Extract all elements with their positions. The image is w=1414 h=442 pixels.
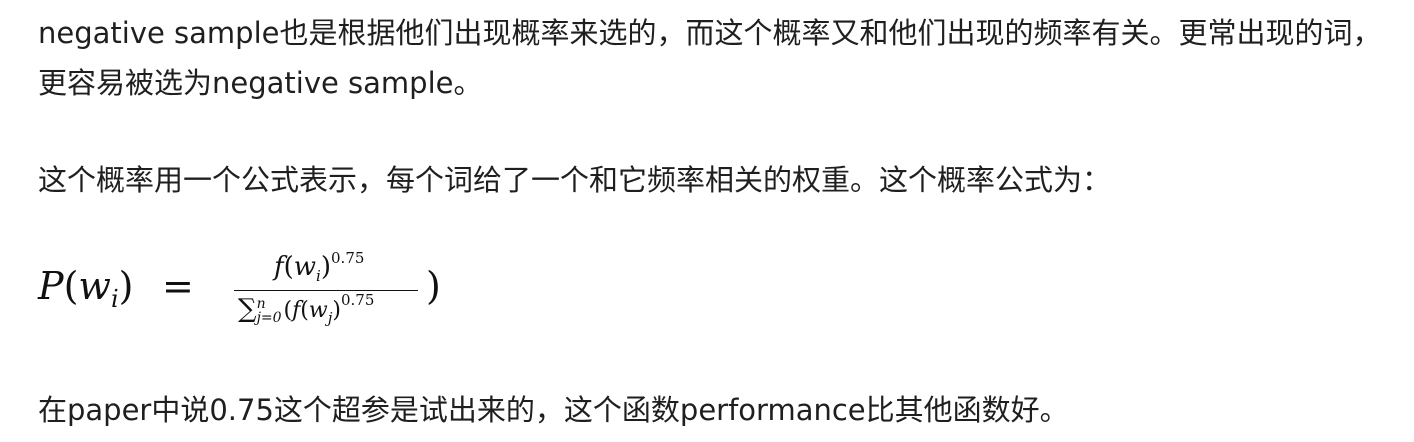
paragraph-hyperparameter: 在paper中说0.75这个超参是试出来的，这个函数performance比其他… bbox=[38, 393, 1069, 427]
paragraph-probability-intro: 这个概率用一个公式表示，每个词给了一个和它频率相关的权重。这个概率公式为： bbox=[38, 163, 1112, 197]
sum-symbol: ∑ bbox=[238, 294, 257, 324]
formula-denominator: ∑ n j=0 (f(wj)0.75 bbox=[238, 291, 375, 327]
lhs-func: P bbox=[38, 264, 64, 308]
formula-numerator: f(wi)0.75 bbox=[274, 249, 365, 285]
num-subscript: i bbox=[316, 267, 321, 285]
num-func: f bbox=[274, 252, 284, 282]
num-var: w bbox=[293, 252, 317, 282]
sum-limits: n j=0 bbox=[257, 297, 282, 325]
den-exponent: 0.75 bbox=[340, 291, 375, 309]
formula-lhs: P(wi) bbox=[38, 264, 134, 313]
sum-upper: n bbox=[256, 296, 266, 312]
paragraph-negative-sample: negative sample也是根据他们出现概率来选的，而这个概率又和他们出现… bbox=[38, 16, 1382, 100]
formula-fraction: f(wi)0.75 ∑ n j=0 (f(wj)0.75 bbox=[234, 246, 422, 338]
den-subscript: j bbox=[327, 309, 333, 327]
lhs-subscript: i bbox=[110, 285, 119, 313]
formula-trailing-paren: ) bbox=[426, 264, 441, 308]
num-exponent: 0.75 bbox=[331, 249, 365, 267]
den-var: w bbox=[308, 298, 328, 323]
formula-equals: = bbox=[162, 264, 194, 308]
fraction-bar bbox=[234, 290, 418, 291]
den-func: f bbox=[292, 298, 301, 323]
sum-lower: j=0 bbox=[256, 310, 282, 326]
lhs-var: w bbox=[78, 264, 111, 308]
